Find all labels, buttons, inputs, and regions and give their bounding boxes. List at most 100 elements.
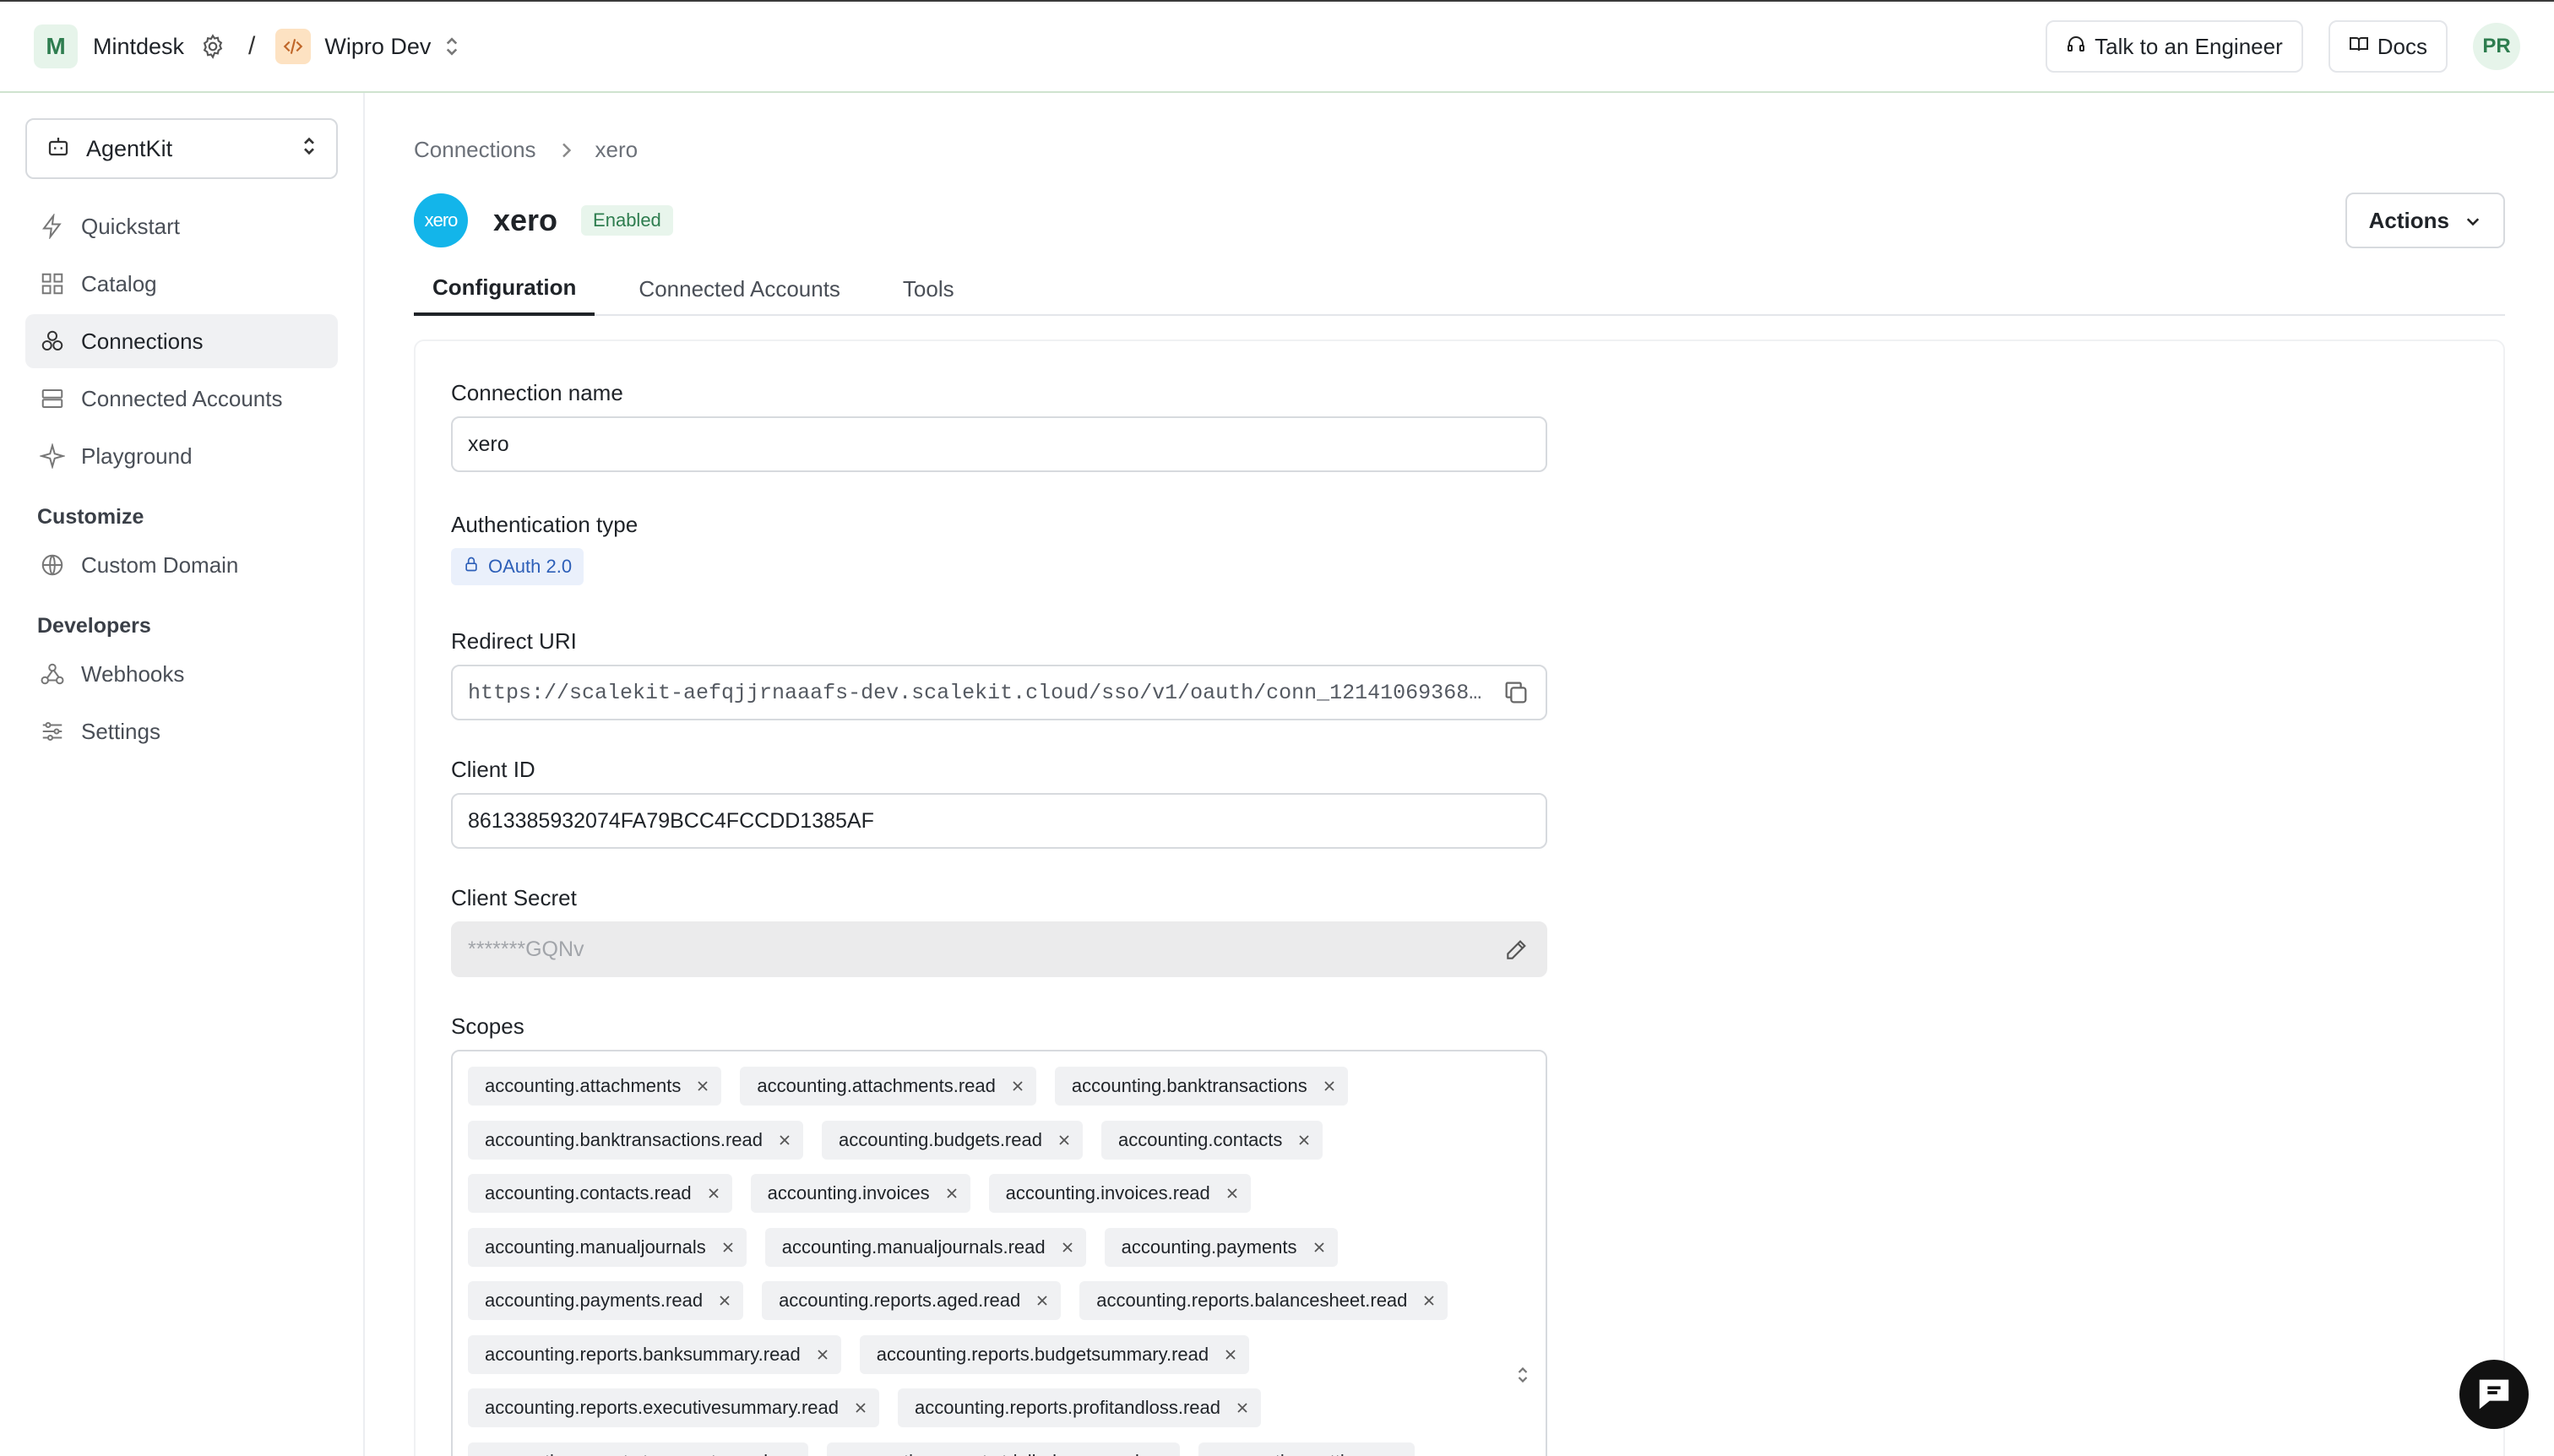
user-avatar[interactable]: PR bbox=[2473, 23, 2520, 70]
code-icon bbox=[275, 29, 312, 64]
chat-support-button[interactable] bbox=[2459, 1360, 2529, 1429]
client-secret-input[interactable]: *******GQNv bbox=[451, 921, 1547, 977]
scope-chip: accounting.reports.banksummary.read bbox=[468, 1334, 841, 1374]
scope-chip-label: accounting.payments.read bbox=[485, 1290, 704, 1311]
scope-chip: accounting.payments.read bbox=[468, 1281, 744, 1320]
remove-scope-icon[interactable] bbox=[1323, 1079, 1336, 1093]
scope-chip-label: accounting.contacts bbox=[1117, 1128, 1283, 1150]
remove-scope-icon[interactable] bbox=[718, 1294, 731, 1307]
remove-scope-icon[interactable] bbox=[1297, 1133, 1311, 1147]
product-select[interactable]: AgentKit bbox=[25, 118, 338, 179]
remove-scope-icon[interactable] bbox=[1422, 1294, 1436, 1307]
chevron-updown-icon[interactable] bbox=[1515, 1364, 1530, 1390]
remove-scope-icon[interactable] bbox=[696, 1079, 709, 1093]
scope-chip-label: accounting.reports.executivesummary.read bbox=[485, 1397, 840, 1418]
remove-scope-icon[interactable] bbox=[1236, 1401, 1249, 1415]
sidebar-nav: Quickstart Catalog Connections Connected… bbox=[25, 199, 338, 758]
main-content: Connections xero xero xero Enabled Actio… bbox=[414, 93, 2508, 1456]
tab-connected-accounts[interactable]: Connected Accounts bbox=[620, 262, 859, 316]
scope-chip: accounting.settings bbox=[1198, 1442, 1416, 1456]
sidebar-item-label: Custom Domain bbox=[81, 551, 239, 578]
workspace-name[interactable]: Mintdesk bbox=[93, 34, 184, 60]
sliders-icon bbox=[37, 716, 68, 747]
actions-button[interactable]: Actions bbox=[2345, 193, 2505, 248]
remove-scope-icon[interactable] bbox=[1057, 1133, 1071, 1147]
scope-chip-label: accounting.contacts.read bbox=[485, 1182, 692, 1203]
sidebar-item-connected-accounts[interactable]: Connected Accounts bbox=[25, 372, 338, 426]
sidebar-item-catalog[interactable]: Catalog bbox=[25, 257, 338, 311]
remove-scope-icon[interactable] bbox=[778, 1133, 791, 1147]
sidebar-item-webhooks[interactable]: Webhooks bbox=[25, 647, 338, 701]
auth-type-value: OAuth 2.0 bbox=[488, 556, 573, 577]
scope-chip-label: accounting.reports.trialbalance.read bbox=[844, 1451, 1139, 1456]
connections-icon bbox=[37, 326, 68, 356]
scope-chip-label: accounting.reports.aged.read bbox=[779, 1290, 1021, 1311]
remove-scope-icon[interactable] bbox=[1312, 1241, 1326, 1254]
sidebar-item-label: Webhooks bbox=[81, 660, 185, 687]
scope-chip-label: accounting.reports.taxreports.read bbox=[485, 1451, 768, 1456]
connection-header: xero xero Enabled Actions bbox=[414, 193, 2505, 248]
scope-chip-label: accounting.budgets.read bbox=[839, 1128, 1042, 1150]
remove-scope-icon[interactable] bbox=[945, 1187, 959, 1200]
copy-icon[interactable] bbox=[1502, 678, 1530, 707]
gear-icon[interactable] bbox=[198, 31, 228, 62]
scope-chip: accounting.manualjournals.read bbox=[764, 1227, 1086, 1267]
scope-chip: accounting.reports.budgetsummary.read bbox=[859, 1334, 1250, 1374]
scope-chip: accounting.banktransactions bbox=[1054, 1067, 1348, 1106]
chevron-updown-icon[interactable] bbox=[443, 35, 461, 58]
talk-to-engineer-button[interactable]: Talk to an Engineer bbox=[2046, 20, 2303, 73]
remove-scope-icon[interactable] bbox=[1225, 1187, 1239, 1200]
chat-icon bbox=[2475, 1373, 2513, 1416]
webhook-icon bbox=[37, 659, 68, 689]
scope-chip: accounting.contacts.read bbox=[468, 1174, 732, 1213]
tab-tools[interactable]: Tools bbox=[884, 262, 973, 316]
workspace-avatar[interactable]: M bbox=[34, 24, 78, 68]
scope-chip: accounting.reports.balancesheet.read bbox=[1079, 1281, 1448, 1320]
remove-scope-icon[interactable] bbox=[1061, 1241, 1074, 1254]
scope-chip: accounting.manualjournals bbox=[468, 1227, 747, 1267]
bot-icon bbox=[46, 133, 71, 165]
tab-configuration[interactable]: Configuration bbox=[414, 262, 595, 316]
chevron-updown-icon bbox=[301, 134, 318, 164]
headset-icon bbox=[2066, 34, 2086, 60]
remove-scope-icon[interactable] bbox=[854, 1401, 867, 1415]
scope-chip-label: accounting.banktransactions bbox=[1071, 1075, 1307, 1096]
globe-icon bbox=[37, 550, 68, 580]
lock-icon bbox=[463, 556, 480, 578]
breadcrumb-connections-link[interactable]: Connections bbox=[414, 137, 536, 163]
sidebar-item-custom-domain[interactable]: Custom Domain bbox=[25, 538, 338, 592]
page-title: xero bbox=[493, 203, 558, 237]
status-badge: Enabled bbox=[581, 205, 673, 236]
developers-heading: Developers bbox=[37, 614, 151, 638]
sidebar-item-settings[interactable]: Settings bbox=[25, 704, 338, 758]
sidebar-item-label: Catalog bbox=[81, 270, 157, 296]
redirect-uri-field: Redirect URI https://scalekit-aefqjjrnaa… bbox=[451, 628, 1547, 720]
scope-chip: accounting.contacts bbox=[1100, 1120, 1323, 1160]
top-bar: M Mintdesk / Wipro Dev Talk to an Engine… bbox=[0, 0, 2554, 93]
xero-logo: xero bbox=[414, 193, 468, 247]
tab-bar: Configuration Connected Accounts Tools bbox=[414, 262, 2505, 316]
sidebar-item-playground[interactable]: Playground bbox=[25, 429, 338, 483]
sidebar-item-label: Playground bbox=[81, 443, 193, 469]
grid-icon bbox=[37, 269, 68, 299]
docs-button[interactable]: Docs bbox=[2328, 20, 2448, 73]
sidebar-item-connections[interactable]: Connections bbox=[25, 314, 338, 368]
connection-name-input[interactable]: xero bbox=[451, 416, 1547, 472]
scopes-multiselect[interactable]: accounting.attachments accounting.attachm… bbox=[451, 1050, 1547, 1456]
sidebar-item-quickstart[interactable]: Quickstart bbox=[25, 199, 338, 253]
remove-scope-icon[interactable] bbox=[707, 1187, 720, 1200]
client-id-input[interactable]: 8613385932074FA79BCC4FCCDD1385AF bbox=[451, 793, 1547, 849]
pencil-icon[interactable] bbox=[1503, 936, 1530, 963]
scope-chip: accounting.reports.taxreports.read bbox=[468, 1442, 809, 1456]
scope-chip: accounting.payments bbox=[1104, 1227, 1338, 1267]
remove-scope-icon[interactable] bbox=[721, 1241, 735, 1254]
remove-scope-icon[interactable] bbox=[1011, 1079, 1024, 1093]
remove-scope-icon[interactable] bbox=[1035, 1294, 1049, 1307]
remove-scope-icon[interactable] bbox=[816, 1348, 829, 1361]
redirect-uri-input[interactable]: https://scalekit-aefqjjrnaaafs-dev.scale… bbox=[451, 665, 1547, 720]
remove-scope-icon[interactable] bbox=[1224, 1348, 1237, 1361]
redirect-uri-value: https://scalekit-aefqjjrnaaafs-dev.scale… bbox=[468, 680, 1482, 705]
scope-chip-label: accounting.attachments.read bbox=[757, 1075, 996, 1096]
scope-chip-label: accounting.settings bbox=[1215, 1451, 1374, 1456]
environment-name[interactable]: Wipro Dev bbox=[324, 34, 431, 60]
